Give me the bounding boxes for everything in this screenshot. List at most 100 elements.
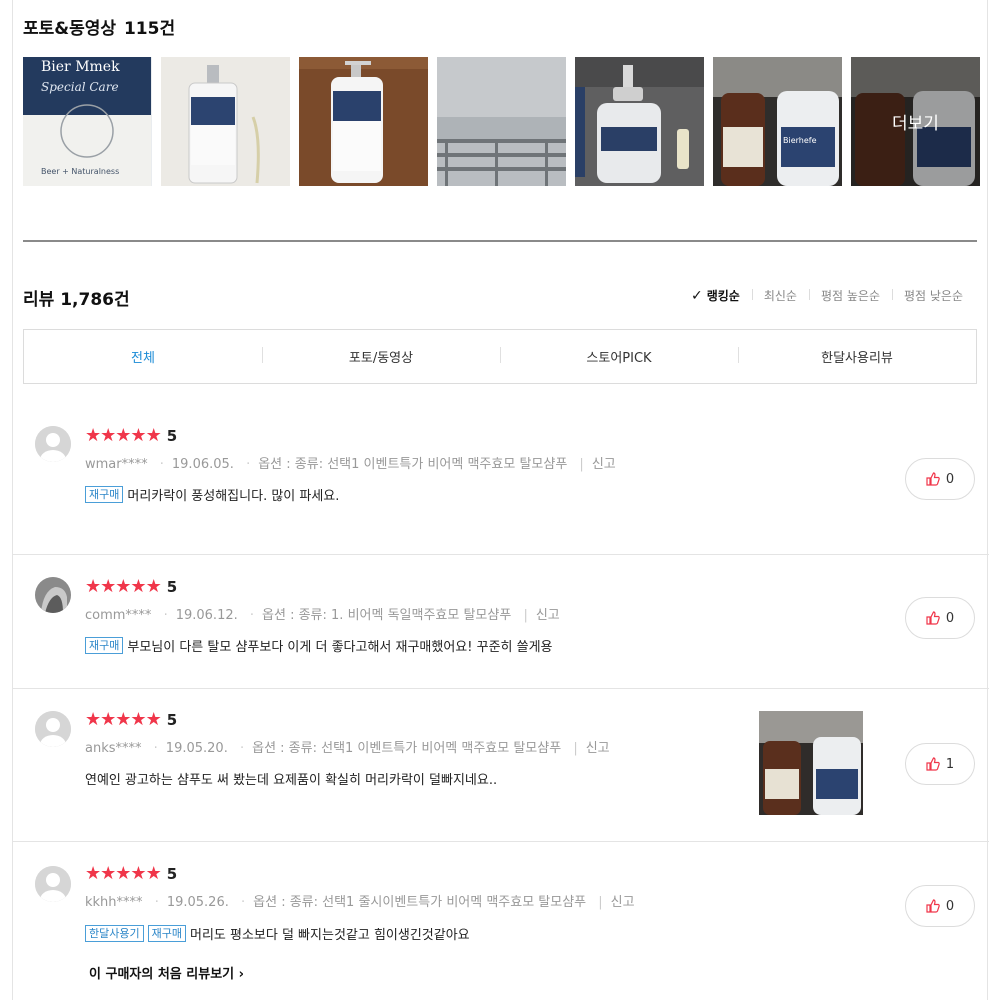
- tab-photo-video[interactable]: 포토/동영상: [262, 347, 500, 366]
- photo-section-count: 115건: [123, 19, 176, 39]
- reviewer-id: kkhh****: [85, 895, 143, 910]
- label-brand-text: Bier Mmek: [41, 59, 120, 75]
- photo-thumbnail[interactable]: [437, 57, 566, 186]
- star-icon: ★: [145, 576, 162, 597]
- like-count: 0: [945, 610, 955, 626]
- report-link[interactable]: 신고: [611, 895, 635, 910]
- label-tag-text: Beer + Naturalness: [41, 167, 119, 176]
- star-icon: ★: [85, 863, 101, 884]
- star-icon: ★: [100, 425, 116, 446]
- review-photo[interactable]: [759, 711, 863, 815]
- star-icon: ★: [100, 863, 116, 884]
- star-icon: ★: [145, 709, 162, 730]
- tab-store-pick[interactable]: 스토어PICK: [500, 347, 738, 366]
- avatar: [35, 866, 71, 902]
- review-body: 연예인 광고하는 샴푸도 써 봤는데 요제품이 확실히 머리카락이 덜빠지네요.…: [85, 769, 497, 788]
- like-count: 1: [945, 756, 955, 772]
- thumbs-up-icon: [926, 472, 940, 486]
- label-line-text: Special Care: [41, 80, 119, 94]
- chevron-right-icon: ›: [238, 967, 245, 982]
- rating-stars: ★ ★ ★ ★ ★ 5: [85, 576, 178, 597]
- review-meta: anks**** · 19.05.20. · 옵션 : 종류: 선택1 이벤트특가 …: [85, 741, 610, 756]
- star-icon: ★: [130, 425, 146, 446]
- review-option: 옵션 : 종류: 선택1 줄시이벤트특가 비어멕 맥주효모 탈모샴푸: [253, 895, 587, 910]
- photo-thumbnail-strip: Bier Mmek Special Care Beer + Naturalnes…: [23, 57, 980, 186]
- review-meta: wmar**** · 19.06.05. · 옵션 : 종류: 선택1 이벤트특가 …: [85, 457, 616, 472]
- like-button[interactable]: 0: [905, 597, 975, 639]
- star-icon: ★: [115, 425, 131, 446]
- sort-rating-low[interactable]: 평점 낮은순: [891, 287, 975, 304]
- star-icon: ★: [115, 709, 131, 730]
- photo-section-label: 포토&동영상: [23, 19, 117, 39]
- first-review-link[interactable]: 이 구매자의 처음 리뷰보기 ›: [89, 963, 244, 982]
- review-date: 19.05.20.: [165, 741, 228, 756]
- star-icon: ★: [100, 576, 116, 597]
- photo-thumbnail[interactable]: Bier Mmek Special Care Beer + Naturalnes…: [23, 57, 152, 186]
- like-button[interactable]: 1: [905, 743, 975, 785]
- star-icon: ★: [130, 863, 146, 884]
- sort-options: ✓ 랭킹순 최신순 평점 높은순 평점 낮은순: [679, 287, 975, 304]
- report-link[interactable]: 신고: [592, 457, 616, 472]
- rating-score: 5: [166, 578, 178, 596]
- report-link[interactable]: 신고: [536, 608, 560, 623]
- review-item: ★ ★ ★ ★ ★ 5 comm**** · 19.06.12. · 옵션 : 종류…: [13, 555, 989, 689]
- review-filter-tabs: 전체 포토/동영상 스토어PICK 한달사용리뷰: [23, 329, 977, 384]
- check-icon: ✓: [690, 288, 703, 304]
- star-icon: ★: [130, 709, 146, 730]
- rating-score: 5: [166, 711, 178, 729]
- review-date: 19.06.12.: [175, 608, 238, 623]
- star-icon: ★: [115, 863, 131, 884]
- star-icon: ★: [115, 576, 131, 597]
- photo-thumbnail[interactable]: [575, 57, 704, 186]
- review-text: 부모님이 다른 탈모 샴푸보다 이게 더 좋다고해서 재구매했어요! 꾸준히 쓸…: [127, 640, 553, 655]
- review-option: 옵션 : 종류: 선택1 이벤트특가 비어멕 맥주효모 탈모샴푸: [252, 741, 562, 756]
- reviews-title-label: 리뷰: [23, 290, 55, 310]
- review-meta: comm**** · 19.06.12. · 옵션 : 종류: 1. 비어멕 독일맥…: [85, 608, 560, 623]
- rating-score: 5: [166, 427, 178, 445]
- star-icon: ★: [145, 425, 162, 446]
- photo-more-thumbnail[interactable]: 더보기: [851, 57, 980, 186]
- repurchase-badge: 재구매: [85, 486, 124, 503]
- avatar: [35, 711, 71, 747]
- like-button[interactable]: 0: [905, 458, 975, 500]
- reviewer-id: wmar****: [85, 457, 148, 472]
- rating-stars: ★ ★ ★ ★ ★ 5: [85, 709, 178, 730]
- star-icon: ★: [130, 576, 146, 597]
- star-icon: ★: [145, 863, 162, 884]
- star-icon: ★: [85, 709, 101, 730]
- review-date: 19.05.26.: [166, 895, 229, 910]
- section-divider: [23, 240, 977, 242]
- photo-section-title: 포토&동영상 115건: [23, 14, 175, 39]
- review-body: 재구매 머리카락이 풍성해집니다. 많이 파세요.: [85, 485, 339, 504]
- tab-all[interactable]: 전체: [24, 347, 262, 366]
- photo-thumbnail[interactable]: [299, 57, 428, 186]
- thumbs-up-icon: [926, 757, 940, 771]
- report-link[interactable]: 신고: [586, 741, 610, 756]
- sort-latest[interactable]: 최신순: [751, 287, 809, 304]
- star-icon: ★: [85, 576, 101, 597]
- review-meta: kkhh**** · 19.05.26. · 옵션 : 종류: 선택1 줄시이벤트특…: [85, 895, 635, 910]
- bottle-brand-text: Bierhefe: [783, 136, 817, 145]
- repurchase-badge: 재구매: [85, 637, 124, 654]
- reviewer-id: comm****: [85, 608, 152, 623]
- monthly-use-badge: 한달사용기: [85, 925, 144, 942]
- rating-stars: ★ ★ ★ ★ ★ 5: [85, 425, 178, 446]
- photo-thumbnail[interactable]: Bierhefe: [713, 57, 842, 186]
- review-option: 옵션 : 종류: 1. 비어멕 독일맥주효모 탈모샴푸: [262, 608, 512, 623]
- photo-more-label[interactable]: 더보기: [851, 57, 980, 186]
- thumbs-up-icon: [926, 611, 940, 625]
- review-text: 머리도 평소보다 덜 빠지는것같고 힘이생긴것같아요: [189, 928, 470, 943]
- tab-monthly-review[interactable]: 한달사용리뷰: [738, 347, 976, 366]
- product-review-panel: 포토&동영상 115건 Bier Mmek Special Care Beer …: [12, 0, 989, 1000]
- review-item: ★ ★ ★ ★ ★ 5 wmar**** · 19.06.05. · 옵션 : 종류…: [13, 400, 989, 555]
- sort-rating-high[interactable]: 평점 높은순: [808, 287, 892, 304]
- photo-thumbnail[interactable]: [161, 57, 290, 186]
- sort-ranking[interactable]: ✓ 랭킹순: [679, 287, 752, 304]
- like-button[interactable]: 0: [905, 885, 975, 927]
- review-text: 연예인 광고하는 샴푸도 써 봤는데 요제품이 확실히 머리카락이 덜빠지네요.…: [85, 773, 498, 788]
- reviews-title: 리뷰 1,786건: [23, 285, 130, 310]
- like-count: 0: [945, 898, 955, 914]
- review-item: ★ ★ ★ ★ ★ 5 kkhh**** · 19.05.26. · 옵션 : 종류…: [13, 842, 989, 1000]
- rating-stars: ★ ★ ★ ★ ★ 5: [85, 863, 177, 884]
- review-option: 옵션 : 종류: 선택1 이벤트특가 비어멕 맥주효모 탈모샴푸: [258, 457, 568, 472]
